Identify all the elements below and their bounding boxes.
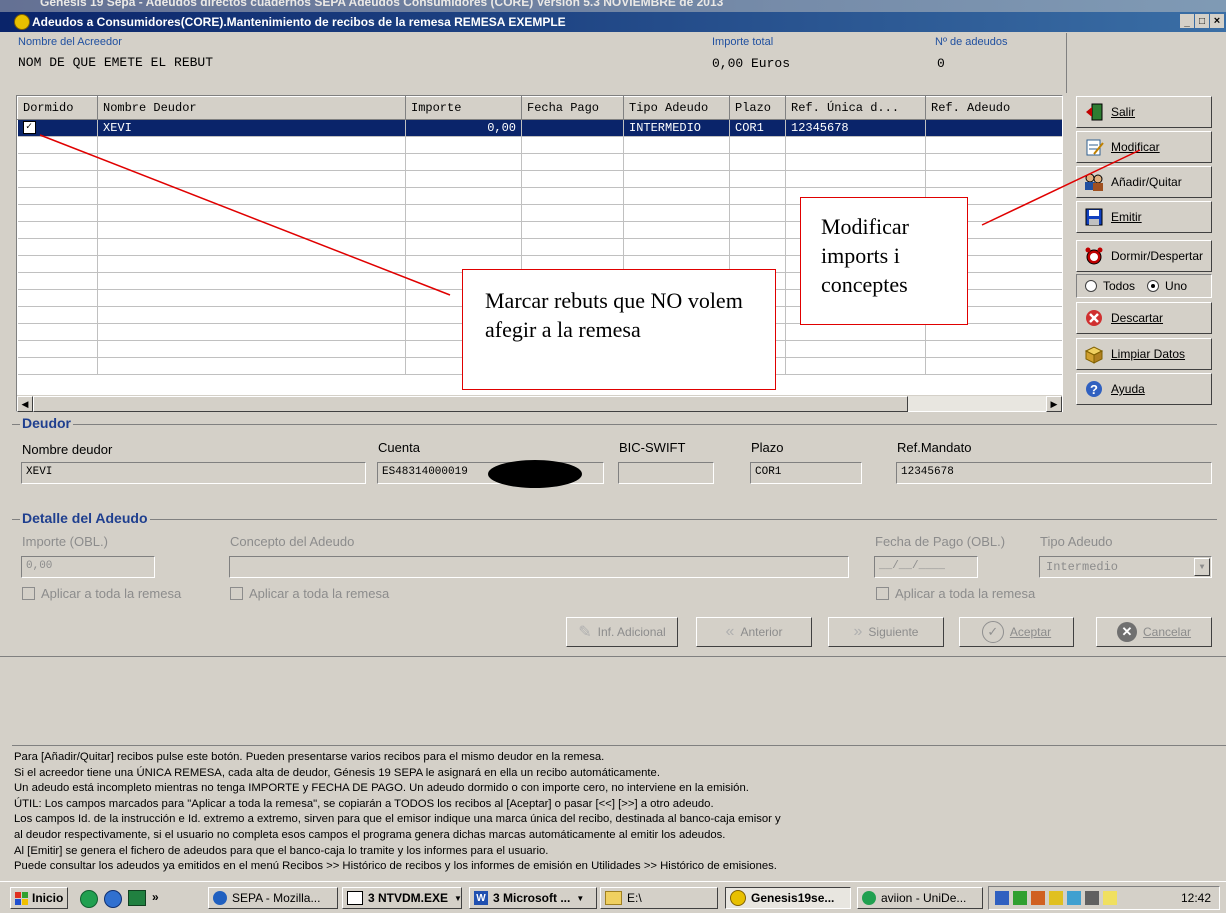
system-tray: 12:42 [988,886,1220,910]
task-label: aviion - UniDe... [881,891,967,905]
globe-icon [862,891,876,905]
task-label: Genesis19se... [751,891,835,905]
tray-icon[interactable] [1067,891,1081,905]
right-callout-text: Modificar imports i conceptes [821,214,909,297]
more-chevron-icon[interactable]: » [152,890,159,908]
word-icon: W [474,891,488,905]
task-label: E:\ [627,891,642,905]
tray-icon[interactable] [995,891,1009,905]
browser-icon[interactable] [104,890,122,908]
speaker-icon[interactable] [1085,891,1099,905]
chevron-down-icon: ▼ [576,893,585,903]
task-label: 3 Microsoft ... [493,891,571,905]
taskbar: Inicio » SEPA - Mozilla... 3 NTVDM.EXE ▼… [0,881,1226,913]
task-explorer[interactable]: E:\ [600,887,718,909]
clock[interactable]: 12:42 [1181,891,1211,905]
genesis-icon [730,890,746,906]
task-label: SEPA - Mozilla... [232,891,321,905]
tray-icon[interactable] [1103,891,1117,905]
left-callout-text: Marcar rebuts que NO volem afegir a la r… [485,288,743,342]
right-callout-arrow [981,149,1141,226]
console-icon [347,891,363,905]
start-button[interactable]: Inicio [10,887,68,909]
left-callout-arrow [39,134,451,296]
folder-icon [605,891,622,905]
tray-icon[interactable] [1013,891,1027,905]
windows-logo-icon [15,891,28,905]
tray-icon[interactable] [1049,891,1063,905]
annotation-lines [39,134,1141,296]
left-callout: Marcar rebuts que NO volem afegir a la r… [462,269,776,390]
desktop-icon[interactable] [128,890,146,906]
start-label: Inicio [32,891,64,905]
task-sepa-mozilla[interactable]: SEPA - Mozilla... [208,887,338,909]
quick-launch: » [80,890,159,908]
task-ntvdm[interactable]: 3 NTVDM.EXE ▼ [342,887,462,909]
chevron-down-icon: ▼ [454,893,462,903]
globe-icon[interactable] [80,890,98,908]
task-aviion[interactable]: aviion - UniDe... [857,887,983,909]
task-genesis[interactable]: Genesis19se... [725,887,851,909]
firefox-icon [213,891,227,905]
task-label: 3 NTVDM.EXE [368,891,449,905]
tray-icon[interactable] [1031,891,1045,905]
right-callout: Modificar imports i conceptes [800,197,968,325]
task-microsoft[interactable]: W 3 Microsoft ... ▼ [469,887,597,909]
